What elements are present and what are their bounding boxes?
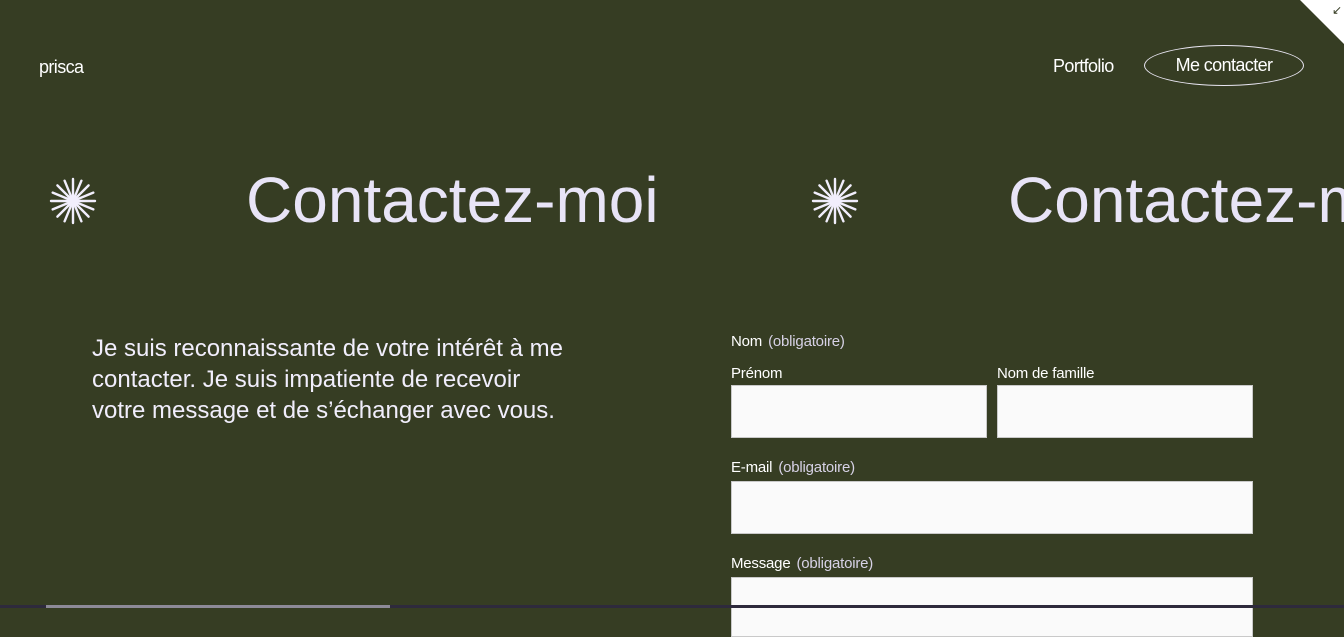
starburst-icon [49,177,97,225]
first-name-field[interactable] [731,385,987,438]
hero-title-repeat: Contactez-moi [1008,164,1344,236]
hero-title: Contactez-moi [246,164,659,236]
last-name-label: Nom de famille [997,365,1095,382]
intro-text: Je suis reconnaissante de votre intérêt … [92,335,563,424]
corner-arrow-icon: ↙ [1331,3,1342,17]
required-tag: (obligatoire) [778,459,855,476]
required-tag: (obligatoire) [796,555,874,572]
first-name-label: Prénom [731,365,783,382]
email-field[interactable] [731,481,1253,534]
nav-portfolio-link[interactable]: Portfolio [1053,56,1114,77]
email-label-text: E-mail [731,459,773,476]
name-label: Nom (obligatoire) [731,333,845,350]
title-marquee: Contactez-moi Contactez-moi [0,160,1344,240]
message-label: Message (obligatoire) [731,555,873,572]
brand-logo[interactable]: prisca [39,57,84,78]
last-name-field[interactable] [997,385,1253,438]
message-label-text: Message [731,555,791,572]
required-tag: (obligatoire) [768,333,845,350]
name-label-text: Nom [731,333,763,350]
nav-contact-button[interactable]: Me contacter [1144,45,1304,86]
starburst-icon [811,177,859,225]
email-label: E-mail (obligatoire) [731,459,855,476]
